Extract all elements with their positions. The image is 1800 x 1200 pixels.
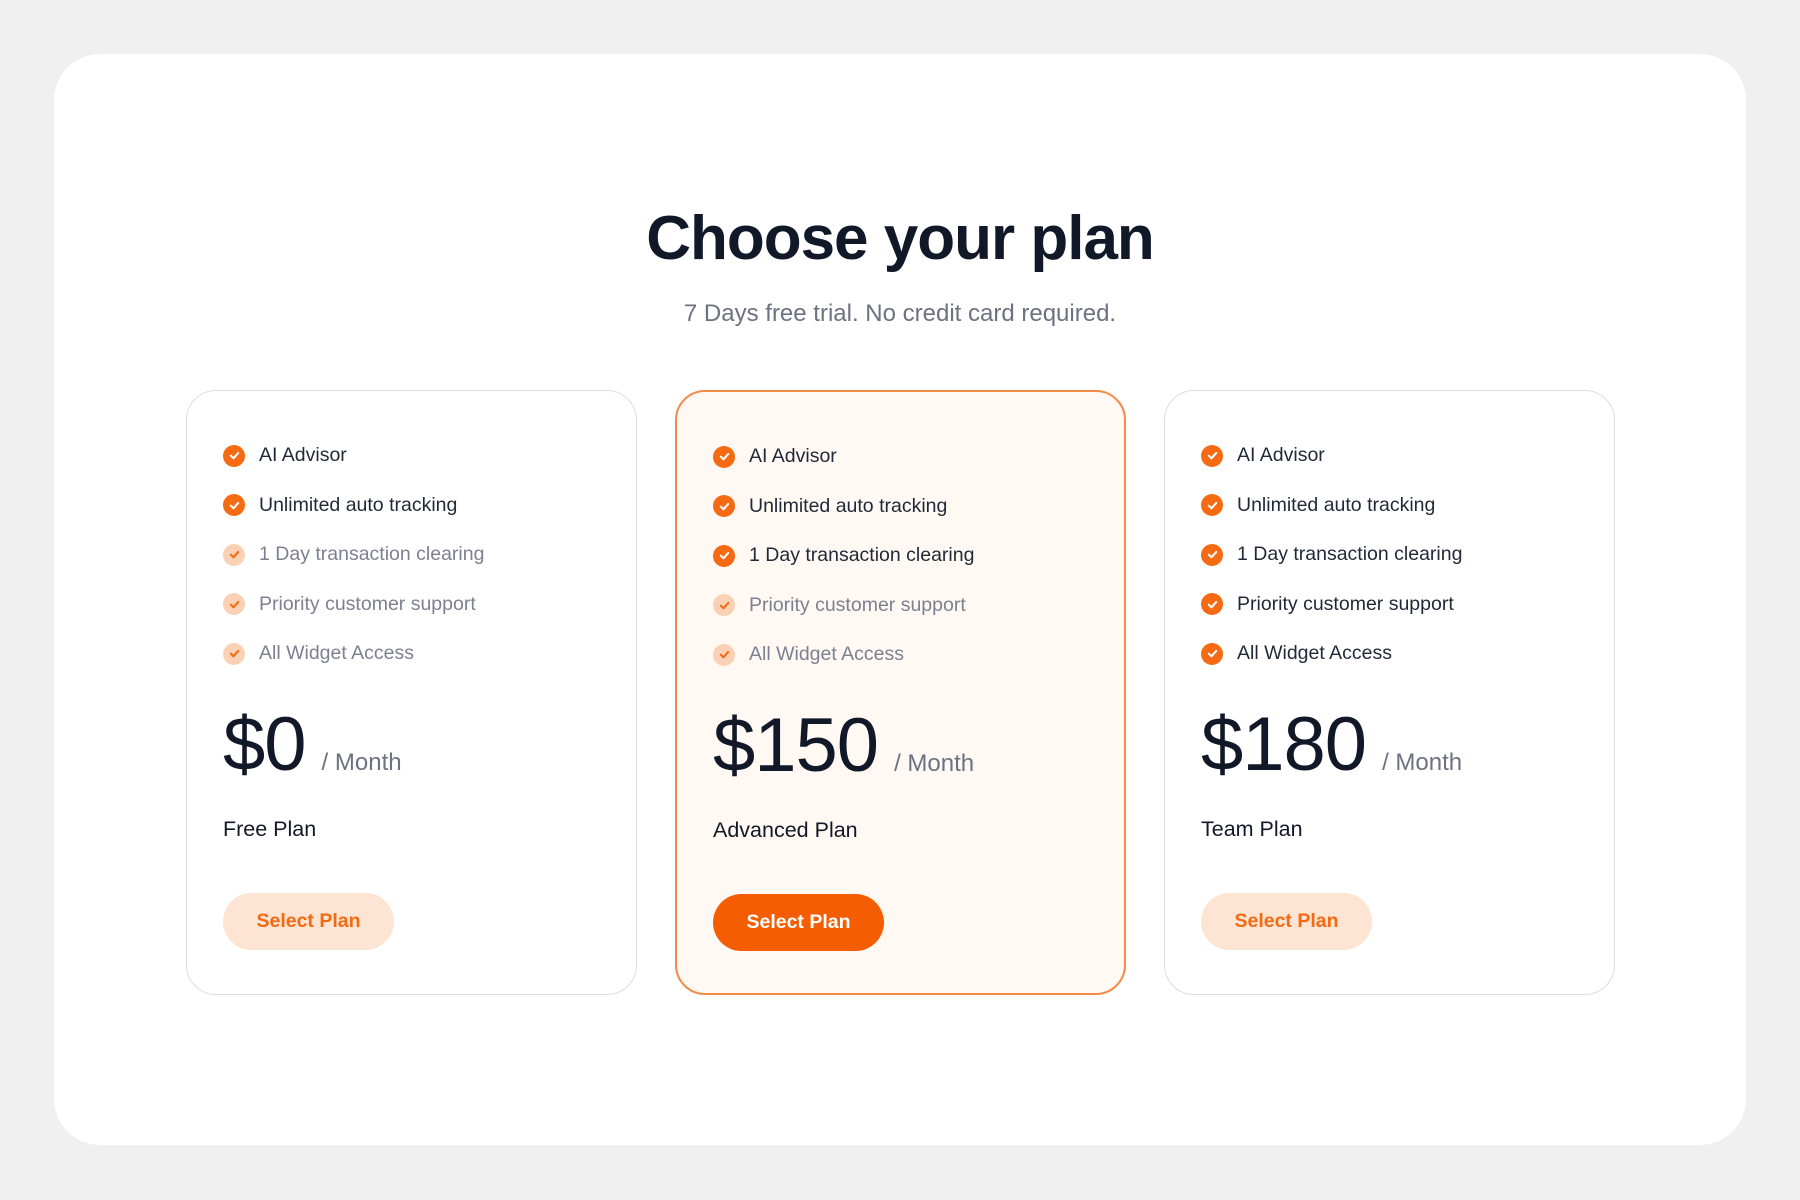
plan-price: $0 [223, 702, 307, 787]
feature-label: All Widget Access [1237, 642, 1392, 665]
feature-label: Priority customer support [749, 593, 966, 616]
select-plan-button-advanced[interactable]: Select Plan [713, 894, 884, 951]
plan-name: Team Plan [1201, 817, 1303, 841]
check-circle-icon [713, 594, 735, 617]
check-circle-icon [1201, 543, 1223, 566]
check-circle-icon [1201, 593, 1223, 616]
check-circle-icon [223, 444, 245, 467]
feature-list: AI Advisor Unlimited auto tracking 1 Day… [1201, 431, 1462, 679]
check-circle-icon [223, 543, 245, 566]
feature-item: All Widget Access [223, 629, 484, 679]
feature-label: Unlimited auto tracking [259, 493, 458, 516]
plan-card-advanced: AI Advisor Unlimited auto tracking 1 Day… [675, 390, 1126, 995]
feature-label: AI Advisor [1237, 444, 1325, 467]
feature-item: AI Advisor [1201, 431, 1462, 481]
feature-item: Priority customer support [713, 581, 974, 631]
plan-period: / Month [321, 749, 402, 776]
feature-label: All Widget Access [749, 643, 904, 666]
feature-label: Unlimited auto tracking [1237, 493, 1436, 516]
feature-item: AI Advisor [223, 431, 484, 481]
feature-item: AI Advisor [713, 432, 974, 482]
plan-name: Free Plan [223, 817, 317, 841]
check-circle-icon [223, 494, 245, 517]
plan-period: / Month [1382, 749, 1463, 776]
feature-item: All Widget Access [713, 630, 974, 680]
plan-price: $180 [1201, 702, 1367, 787]
feature-item: 1 Day transaction clearing [223, 530, 484, 580]
feature-list: AI Advisor Unlimited auto tracking 1 Day… [713, 432, 974, 680]
feature-label: AI Advisor [259, 444, 347, 467]
check-circle-icon [713, 495, 735, 518]
plan-card-free: AI Advisor Unlimited auto tracking 1 Day… [186, 390, 637, 995]
feature-item: Unlimited auto tracking [713, 482, 974, 532]
price-row: $180 / Month [1201, 701, 1462, 788]
price-row: $0 / Month [223, 701, 402, 788]
feature-item: 1 Day transaction clearing [713, 531, 974, 581]
plan-price: $150 [713, 703, 879, 788]
plan-period: / Month [894, 750, 975, 777]
feature-label: 1 Day transaction clearing [1237, 543, 1463, 566]
plan-card-team: AI Advisor Unlimited auto tracking 1 Day… [1164, 390, 1615, 995]
feature-item: Priority customer support [223, 580, 484, 630]
feature-label: Unlimited auto tracking [749, 494, 948, 517]
check-circle-icon [713, 544, 735, 567]
feature-item: All Widget Access [1201, 629, 1462, 679]
feature-item: Unlimited auto tracking [223, 481, 484, 531]
feature-label: Priority customer support [259, 592, 476, 615]
page-title: Choose your plan [646, 204, 1155, 273]
feature-item: 1 Day transaction clearing [1201, 530, 1462, 580]
feature-item: Priority customer support [1201, 580, 1462, 630]
feature-label: All Widget Access [259, 642, 414, 665]
feature-list: AI Advisor Unlimited auto tracking 1 Day… [223, 431, 484, 679]
page-subtitle: 7 Days free trial. No credit card requir… [683, 300, 1117, 327]
check-circle-icon [1201, 444, 1223, 467]
feature-item: Unlimited auto tracking [1201, 481, 1462, 531]
select-plan-button-team[interactable]: Select Plan [1201, 893, 1372, 950]
check-circle-icon [713, 643, 735, 666]
feature-label: AI Advisor [749, 445, 837, 468]
feature-label: Priority customer support [1237, 592, 1454, 615]
select-plan-button-free[interactable]: Select Plan [223, 893, 394, 950]
price-row: $150 / Month [713, 702, 974, 789]
check-circle-icon [713, 445, 735, 468]
feature-label: 1 Day transaction clearing [749, 544, 975, 567]
feature-label: 1 Day transaction clearing [259, 543, 485, 566]
check-circle-icon [1201, 642, 1223, 665]
plan-name: Advanced Plan [713, 818, 858, 842]
check-circle-icon [223, 593, 245, 616]
check-circle-icon [1201, 494, 1223, 517]
check-circle-icon [223, 642, 245, 665]
